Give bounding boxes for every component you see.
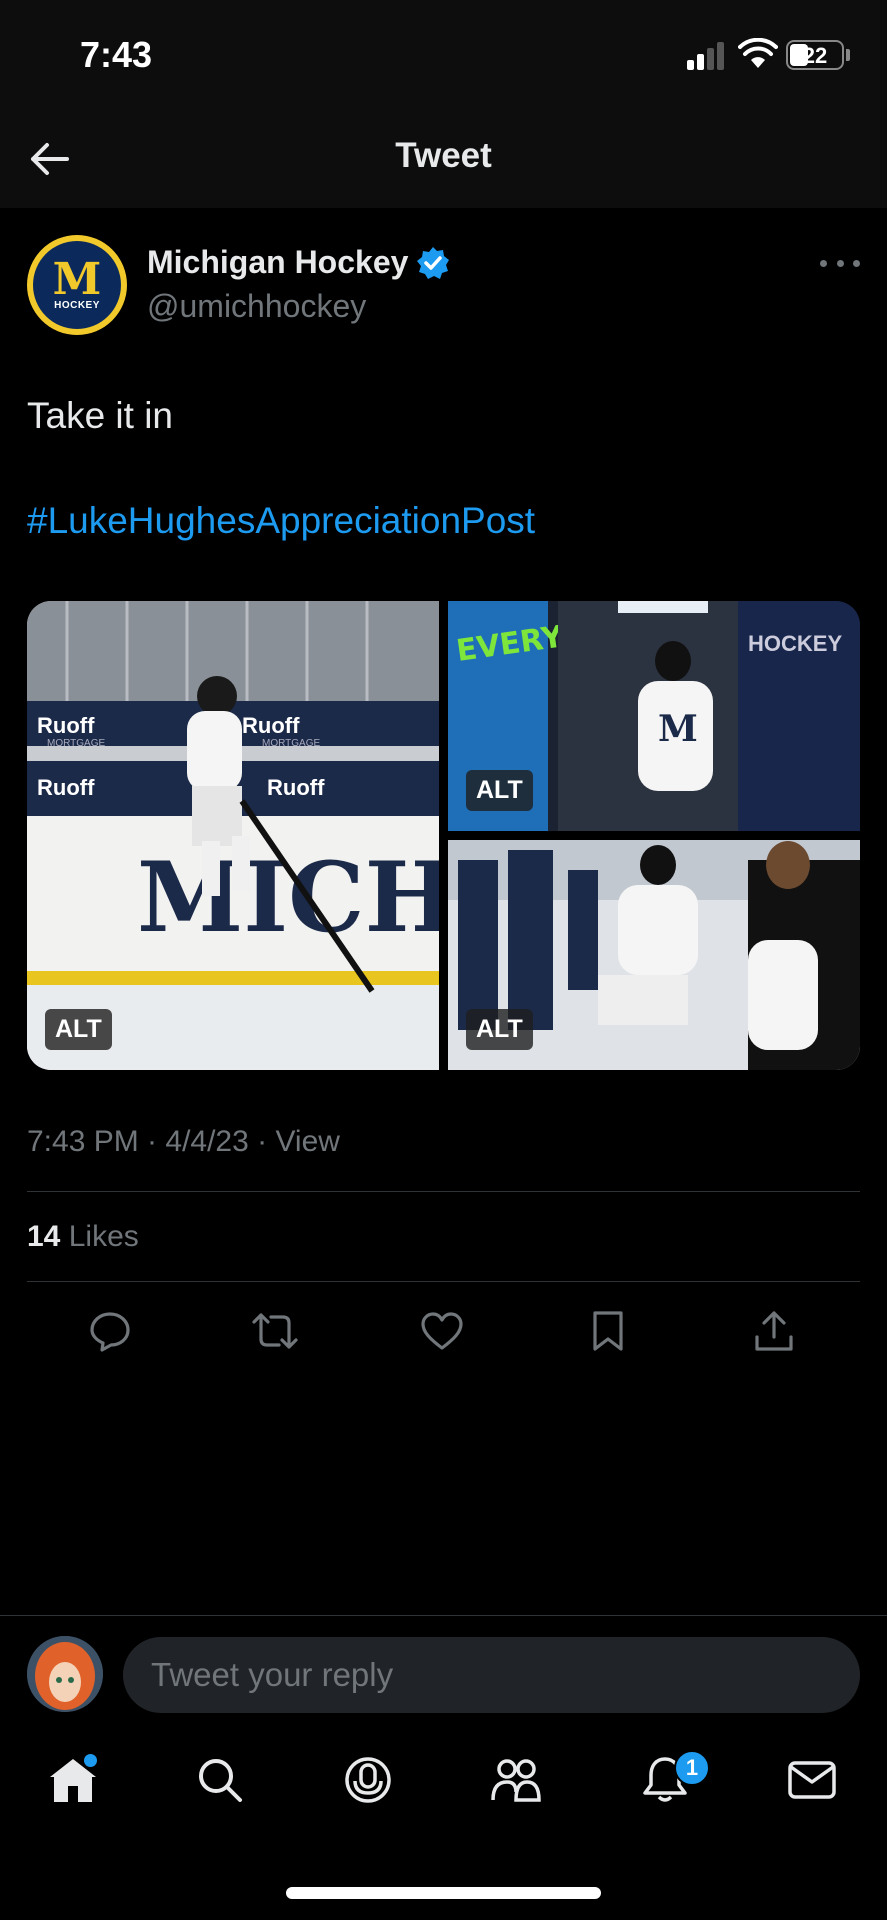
bottom-tab-bar: 1: [0, 1740, 887, 1830]
bookmark-icon: [593, 1311, 623, 1351]
like-button[interactable]: [417, 1306, 467, 1356]
wall-text: HOCKEY: [748, 631, 842, 656]
board-text: MICHIGA: [137, 841, 439, 954]
hashtag-link[interactable]: #LukeHughesAppreciationPost: [27, 500, 535, 542]
signal-icon: [687, 42, 727, 70]
reply-button[interactable]: [85, 1306, 135, 1356]
tweet-text: Take it in: [27, 395, 174, 436]
media-photo-2[interactable]: EVERY SHIFT MATTERS HOCKEY M ALT: [448, 601, 860, 831]
share-button[interactable]: [749, 1306, 799, 1356]
share-icon: [755, 1311, 793, 1351]
tab-spaces[interactable]: [338, 1750, 398, 1810]
likes-count[interactable]: 14 Likes: [27, 1220, 139, 1254]
tab-messages[interactable]: [782, 1750, 842, 1810]
tweet-actions: [27, 1306, 860, 1356]
alt-badge[interactable]: ALT: [466, 770, 533, 811]
reply-icon: [90, 1312, 130, 1352]
notification-badge: 1: [674, 1750, 710, 1786]
messages-icon: [788, 1761, 836, 1799]
status-bar: 7:43 22: [0, 0, 887, 110]
retweet-button[interactable]: [250, 1306, 300, 1356]
battery-level: 22: [802, 43, 828, 68]
media-photo-1[interactable]: Ruoff Ruoff Ruoff Ruoff MORTGAGE MORTGAG…: [27, 601, 439, 1070]
likes-number: 14: [27, 1220, 61, 1253]
home-indicator: [286, 1887, 601, 1899]
media-grid: Ruoff Ruoff Ruoff Ruoff MORTGAGE MORTGAG…: [27, 601, 860, 1070]
battery-icon: 22: [786, 40, 844, 70]
svg-text:M: M: [658, 708, 698, 750]
reply-bar: [0, 1615, 887, 1725]
like-icon: [421, 1312, 463, 1350]
user-avatar[interactable]: [27, 1636, 103, 1712]
retweet-icon: [252, 1313, 298, 1349]
banner-text-4: Ruoff: [267, 775, 325, 800]
communities-icon: [491, 1759, 541, 1802]
verified-badge-icon: [417, 246, 450, 279]
divider: [27, 1281, 860, 1282]
avatar-logo-letter: M: [52, 253, 102, 305]
author-display-name[interactable]: Michigan Hockey: [147, 244, 450, 281]
page-header: Tweet: [0, 110, 887, 208]
tab-communities[interactable]: [486, 1750, 546, 1810]
author-avatar[interactable]: M HOCKEY: [27, 235, 127, 335]
media-photo-3[interactable]: ALT: [448, 840, 860, 1070]
search-icon: [199, 1759, 242, 1802]
alt-badge[interactable]: ALT: [45, 1009, 112, 1050]
reply-input[interactable]: [123, 1637, 860, 1713]
page-title: Tweet: [395, 136, 492, 175]
banner-text-3: Ruoff: [37, 775, 95, 800]
home-unread-dot: [84, 1754, 97, 1767]
alt-badge[interactable]: ALT: [466, 1009, 533, 1050]
more-options-button[interactable]: [820, 248, 860, 278]
banner-text-1: Ruoff: [37, 713, 95, 738]
author-name-text: Michigan Hockey: [147, 244, 409, 280]
wifi-icon: [738, 38, 778, 68]
spaces-icon: [345, 1757, 391, 1803]
banner-text-2: Ruoff: [242, 713, 300, 738]
banner-subtext-2: MORTGAGE: [262, 738, 320, 749]
tweet-timestamp[interactable]: 7:43 PM · 4/4/23 · View: [27, 1125, 340, 1159]
likes-label: Likes: [68, 1220, 139, 1253]
status-time: 7:43: [80, 34, 153, 75]
divider: [27, 1191, 860, 1192]
banner-subtext-1: MORTGAGE: [47, 738, 105, 749]
bookmark-button[interactable]: [583, 1306, 633, 1356]
tab-search[interactable]: [190, 1750, 250, 1810]
author-handle[interactable]: @umichhockey: [147, 288, 366, 325]
avatar-logo-label: HOCKEY: [54, 299, 100, 311]
